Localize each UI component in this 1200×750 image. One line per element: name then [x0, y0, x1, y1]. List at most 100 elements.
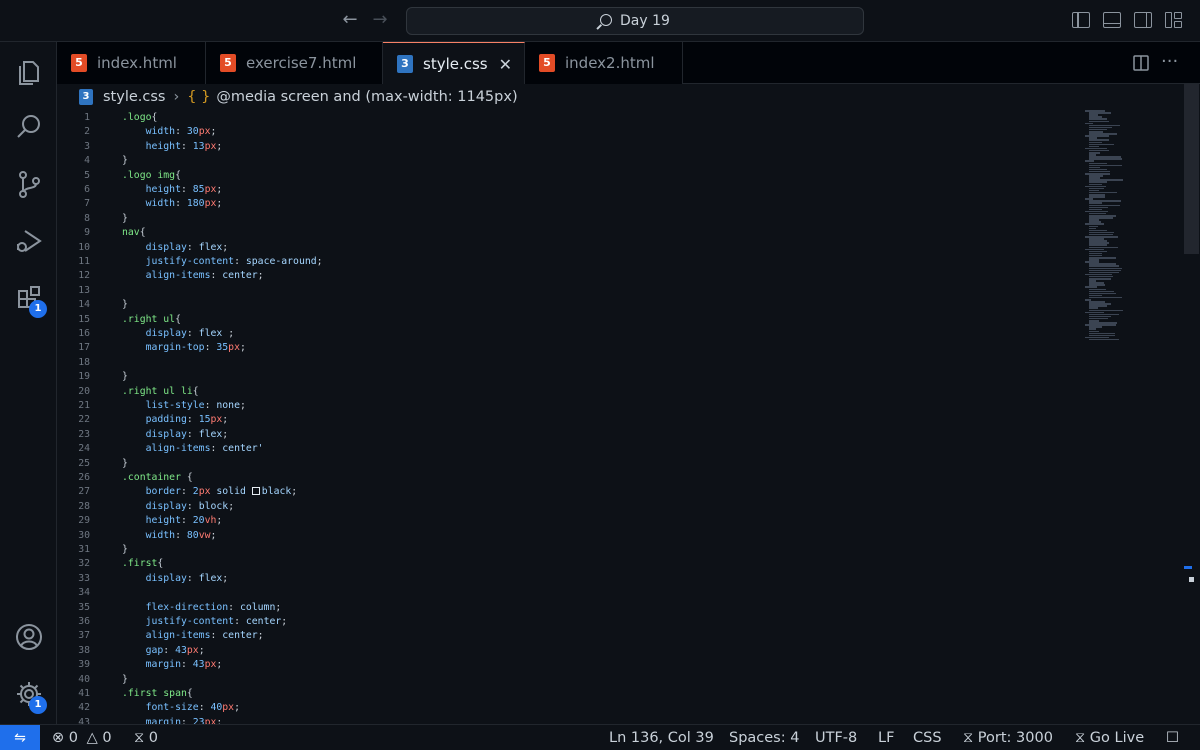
toggle-primary-sidebar-icon[interactable] [1072, 12, 1090, 28]
code-line[interactable]: 35 flex-direction: column; [57, 601, 1057, 615]
cursor-position[interactable]: Ln 136, Col 39 [609, 725, 714, 750]
close-tab-icon[interactable]: ✕ [499, 55, 512, 74]
code-line[interactable]: 2 width: 30px; [57, 125, 1057, 139]
code-text[interactable]: margin: 43px; [122, 658, 223, 672]
code-line[interactable]: 34 [57, 586, 1057, 600]
indentation-status[interactable]: Spaces: 4 [729, 725, 799, 750]
code-text[interactable]: flex-direction: column; [122, 601, 282, 615]
code-line[interactable]: 17 margin-top: 35px; [57, 341, 1057, 355]
code-text[interactable]: align-items: center; [122, 269, 264, 283]
code-text[interactable]: .first{ [122, 557, 163, 571]
code-line[interactable]: 11 justify-content: space-around; [57, 255, 1057, 269]
code-line[interactable]: 14} [57, 298, 1057, 312]
code-line[interactable]: 6 height: 85px; [57, 183, 1057, 197]
live-server-port[interactable]: ⧖ Port: 3000 [963, 725, 1053, 750]
breadcrumb-file[interactable]: style.css [103, 89, 165, 105]
search-icon[interactable] [0, 99, 57, 155]
code-text[interactable]: width: 180px; [122, 197, 223, 211]
code-text[interactable]: border: 2px solid black; [122, 485, 298, 499]
encoding-status[interactable]: UTF-8 [815, 725, 857, 750]
code-line[interactable]: 43 margin: 23px; [57, 716, 1057, 724]
editor-scrollbar-thumb[interactable] [1184, 84, 1199, 254]
code-text[interactable]: } [122, 673, 128, 687]
code-line[interactable]: 5 .logo img{ [57, 169, 1057, 183]
code-line[interactable]: 24 align-items: center' [57, 442, 1057, 456]
split-editor-icon[interactable] [1133, 55, 1149, 75]
code-line[interactable]: 3 height: 13px; [57, 140, 1057, 154]
code-text[interactable]: font-size: 40px; [122, 701, 240, 715]
extensions-icon[interactable]: 1 [0, 270, 57, 326]
code-text[interactable]: .first span{ [122, 687, 193, 701]
code-line[interactable]: 1 .logo{ [57, 111, 1057, 125]
code-line[interactable]: 9 nav{ [57, 226, 1057, 240]
code-text[interactable]: } [122, 212, 128, 226]
code-line[interactable]: 30 width: 80vw; [57, 529, 1057, 543]
code-text[interactable]: align-items: center' [122, 442, 264, 456]
color-swatch[interactable] [251, 487, 260, 496]
go-live-button[interactable]: ⧖ Go Live [1075, 725, 1144, 750]
code-text[interactable]: gap: 43px; [122, 644, 205, 658]
code-line[interactable]: 36 justify-content: center; [57, 615, 1057, 629]
code-line[interactable]: 38 gap: 43px; [57, 644, 1057, 658]
code-line[interactable]: 27 border: 2px solid black; [57, 485, 1057, 499]
code-text[interactable]: display: flex; [122, 572, 229, 586]
code-line[interactable]: 8} [57, 212, 1057, 226]
code-text[interactable]: padding: 15px; [122, 413, 229, 427]
breadcrumb-symbol[interactable]: @media screen and (max-width: 1145px) [216, 89, 517, 105]
code-text[interactable]: .container { [122, 471, 193, 485]
code-line[interactable]: 15 .right ul{ [57, 313, 1057, 327]
accounts-icon[interactable] [0, 609, 57, 665]
code-line[interactable]: 39 margin: 43px; [57, 658, 1057, 672]
code-line[interactable]: 13 [57, 284, 1057, 298]
tab-index2-html[interactable]: 5 index2.html [525, 42, 683, 84]
toggle-panel-icon[interactable] [1103, 12, 1121, 28]
code-text[interactable]: .logo img{ [122, 169, 181, 183]
code-text[interactable]: } [122, 457, 128, 471]
code-text[interactable]: .right ul li{ [122, 385, 199, 399]
language-mode[interactable]: CSS [913, 725, 942, 750]
code-text[interactable]: height: 85px; [122, 183, 223, 197]
code-text[interactable]: display: flex; [122, 241, 229, 255]
code-text[interactable]: .logo{ [122, 111, 157, 125]
code-text[interactable]: display: flex; [122, 428, 229, 442]
code-editor[interactable]: 1 .logo{2 width: 30px; 3 height: 13px; 4} 5.… [57, 110, 1200, 724]
code-line[interactable]: 12 align-items: center; [57, 269, 1057, 283]
code-line[interactable]: 33 display: flex; [57, 572, 1057, 586]
source-control-icon[interactable] [0, 156, 57, 212]
code-line[interactable]: 25} [57, 457, 1057, 471]
notifications-bell-icon[interactable]: ☐ [1166, 725, 1179, 750]
code-line[interactable]: 22 padding: 15px; [57, 413, 1057, 427]
tab-style-css[interactable]: 3 style.css ✕ [383, 42, 525, 85]
code-line[interactable]: 21 list-style: none; [57, 399, 1057, 413]
forward-arrow-icon[interactable]: → [369, 9, 391, 31]
code-line[interactable]: 29 height: 20vh; [57, 514, 1057, 528]
code-line[interactable]: 37 align-items: center; [57, 629, 1057, 643]
remote-indicator-icon[interactable]: ⇋ [0, 725, 40, 750]
code-text[interactable]: width: 80vw; [122, 529, 217, 543]
code-line[interactable]: 20 .right ul li{ [57, 385, 1057, 399]
code-text[interactable]: } [122, 154, 128, 168]
code-line[interactable]: 16 display: flex ; [57, 327, 1057, 341]
code-line[interactable]: 26 .container { [57, 471, 1057, 485]
code-text[interactable]: justify-content: space-around; [122, 255, 323, 269]
code-text[interactable]: margin-top: 35px; [122, 341, 246, 355]
code-text[interactable]: height: 20vh; [122, 514, 223, 528]
code-text[interactable]: } [122, 298, 128, 312]
code-line[interactable]: 42 font-size: 40px; [57, 701, 1057, 715]
code-text[interactable]: nav{ [122, 226, 146, 240]
problems-status[interactable]: ⊗ 0 △ 0 [52, 725, 112, 750]
code-line[interactable]: 23 display: flex; [57, 428, 1057, 442]
code-text[interactable]: list-style: none; [122, 399, 246, 413]
code-text[interactable]: margin: 23px; [122, 716, 223, 724]
code-line[interactable]: 10 display: flex; [57, 241, 1057, 255]
code-line[interactable]: 4} [57, 154, 1057, 168]
more-actions-icon[interactable]: ··· [1161, 51, 1178, 72]
ports-status[interactable]: ⧖ 0 [134, 725, 158, 750]
code-text[interactable]: display: flex ; [122, 327, 235, 341]
code-line[interactable]: 28 display: block; [57, 500, 1057, 514]
tab-index-html[interactable]: 5 index.html [57, 42, 206, 84]
code-line[interactable]: 32 .first{ [57, 557, 1057, 571]
code-text[interactable]: width: 30px; [122, 125, 217, 139]
code-line[interactable]: 40} [57, 673, 1057, 687]
code-text[interactable]: display: block; [122, 500, 235, 514]
